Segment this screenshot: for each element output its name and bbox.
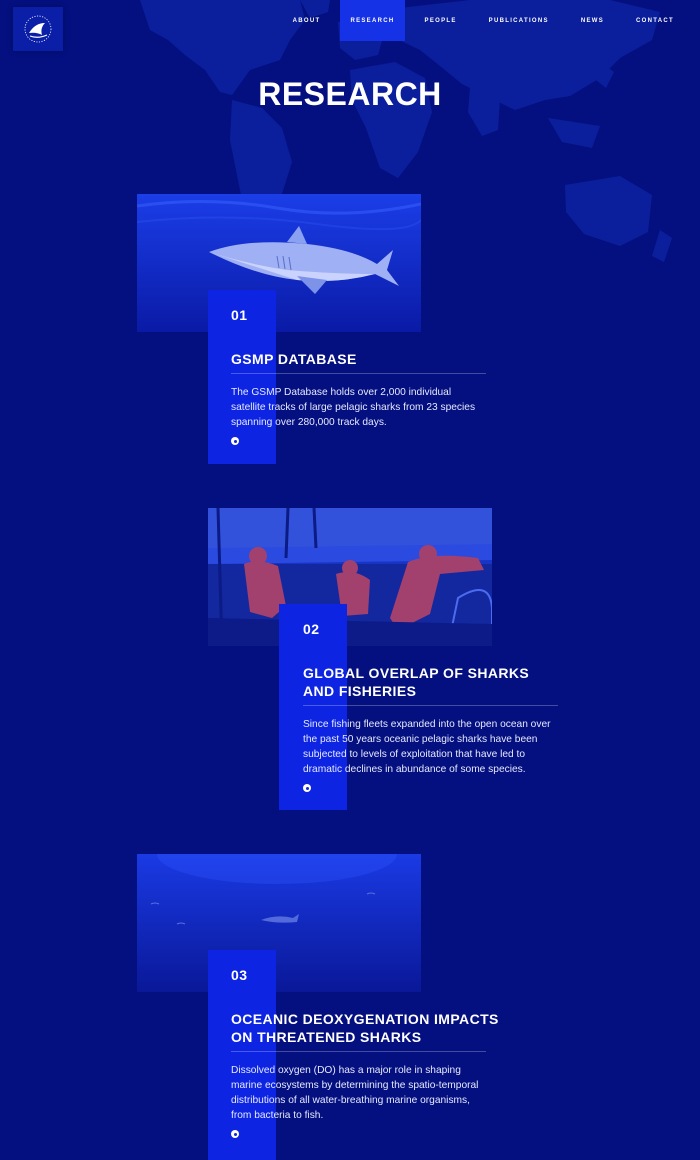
page-title: RESEARCH [258, 76, 442, 112]
card-3-number: 03 [231, 967, 248, 983]
nav-news[interactable]: NEWS [569, 0, 616, 41]
card-1-title: GSMP DATABASE [231, 351, 357, 367]
card-3-divider [231, 1051, 486, 1052]
deep-ocean-photo[interactable] [137, 854, 421, 992]
logo[interactable] [13, 7, 63, 51]
nav-publications[interactable]: PUBLICATIONS [477, 0, 561, 41]
fishermen-photo[interactable] [208, 508, 492, 646]
card-2-divider [303, 705, 558, 706]
nav-contact[interactable]: CONTACT [624, 0, 686, 41]
card-2-text: Since fishing fleets expanded into the o… [303, 719, 551, 775]
logo-shark-fin-icon [24, 15, 52, 43]
card-3-title: OCEANIC DEOXYGENATION IMPACTS ON THREATE… [231, 1011, 499, 1045]
card-3-more-button[interactable] [231, 1130, 239, 1138]
nav-research[interactable]: RESEARCH [340, 0, 405, 41]
nav-people[interactable]: PEOPLE [413, 0, 469, 41]
card-2-more-button[interactable] [303, 784, 311, 792]
nav-about[interactable]: ABOUT [281, 0, 333, 41]
main-nav: ABOUT RESEARCH PEOPLE PUBLICATIONS NEWS … [281, 0, 686, 41]
card-2-title: GLOBAL OVERLAP OF SHARKS AND FISHERIES [303, 665, 530, 699]
card-1-number: 01 [231, 307, 248, 323]
shark-photo[interactable] [137, 194, 421, 332]
card-1-divider [231, 373, 486, 374]
card-3-text: Dissolved oxygen (DO) has a major role i… [231, 1065, 479, 1121]
card-2-number: 02 [303, 621, 320, 637]
card-1-more-button[interactable] [231, 437, 239, 445]
card-1-text: The GSMP Database holds over 2,000 indiv… [231, 387, 476, 428]
